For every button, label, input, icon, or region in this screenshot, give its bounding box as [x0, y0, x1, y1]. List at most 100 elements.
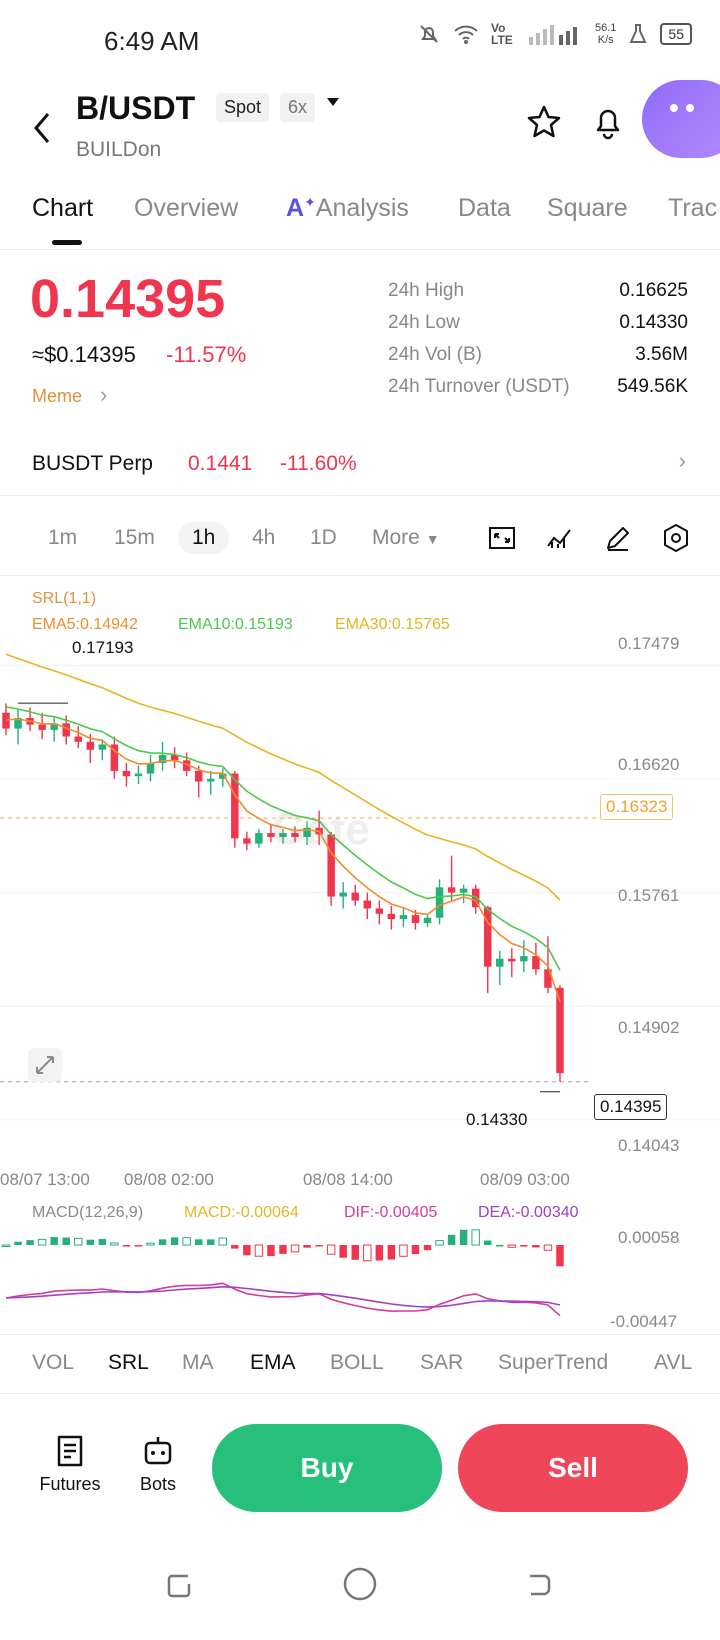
- interval-1m[interactable]: 1m: [48, 526, 77, 550]
- candle-body: [122, 770, 131, 777]
- ema5-line: [5, 718, 561, 1002]
- macd-bar: [375, 1245, 384, 1261]
- macd-bar: [556, 1245, 564, 1267]
- recent-apps-icon[interactable]: [162, 1568, 196, 1602]
- caret-down-icon: [327, 98, 339, 106]
- candle-body: [351, 892, 359, 901]
- price-chart[interactable]: SRL(1,1) EMA5:0.14942 EMA10:0.15193 EMA3…: [0, 576, 720, 1336]
- candle-body: [279, 833, 287, 838]
- candle-body: [62, 723, 70, 737]
- interval-15m[interactable]: 15m: [114, 526, 155, 550]
- interval-more[interactable]: More ▼: [372, 526, 440, 550]
- tab-square[interactable]: Square: [547, 194, 628, 223]
- macd-bar: [290, 1244, 300, 1253]
- back-nav-icon[interactable]: [522, 1568, 556, 1602]
- buy-button[interactable]: Buy: [212, 1424, 442, 1512]
- active-tab-indicator: [52, 240, 82, 245]
- pair-dropdown-caret[interactable]: [326, 92, 340, 115]
- bots-label: Bots: [139, 1474, 177, 1494]
- signal-icon: [529, 25, 577, 45]
- macd-bar: [14, 1241, 22, 1246]
- candle-body: [98, 744, 107, 750]
- macd-bar: [182, 1237, 191, 1246]
- y-tick: 0.15761: [618, 886, 680, 905]
- indicator-ema[interactable]: EMA: [250, 1351, 296, 1375]
- interval-1h[interactable]: 1h: [178, 522, 230, 554]
- status-icons: Vo LTE 56.1 K/s 55: [417, 22, 692, 46]
- current-price-box: 0.14395: [594, 1094, 668, 1120]
- y-tick: 0.17479: [618, 634, 680, 653]
- price-usd: ≈$0.14395: [32, 342, 136, 367]
- x-tick: 08/07 13:00: [0, 1170, 90, 1189]
- indicator-sar[interactable]: SAR: [420, 1351, 463, 1375]
- stats-panel: 24h High 0.16625 24h Low 0.14330 24h Vol (…: [388, 280, 688, 408]
- macd-bar: [363, 1244, 372, 1262]
- interval-1d[interactable]: 1D: [310, 526, 337, 550]
- indicator-avl[interactable]: AVL: [654, 1351, 692, 1375]
- perp-row[interactable]: BUSDT Perp 0.1441 -11.60% ›: [0, 432, 720, 496]
- sell-button[interactable]: Sell: [458, 1424, 688, 1512]
- dif-line: [5, 1282, 561, 1317]
- bell-icon[interactable]: [588, 102, 628, 142]
- reference-price-box: 0.16323: [600, 794, 674, 820]
- home-icon[interactable]: [342, 1566, 378, 1602]
- fullscreen-button[interactable]: [28, 1048, 62, 1082]
- macd-bar: [326, 1244, 336, 1255]
- indicator-supertrend[interactable]: SuperTrend: [498, 1351, 608, 1375]
- macd-bar: [520, 1245, 528, 1247]
- flask-icon: [629, 24, 647, 43]
- macd-bar: [543, 1244, 553, 1251]
- interval-4h[interactable]: 4h: [252, 526, 275, 550]
- assistant-icon[interactable]: [642, 80, 720, 158]
- indicator-vol[interactable]: VOL: [32, 1351, 74, 1375]
- indicator-icon[interactable]: [544, 522, 576, 554]
- leverage-badge: 6x: [280, 93, 316, 122]
- macd-bar: [496, 1244, 504, 1247]
- macd-bar: [435, 1240, 444, 1246]
- tab-chart[interactable]: Chart: [32, 194, 93, 223]
- dea-value: DEA:-0.00340: [478, 1204, 579, 1221]
- system-nav-bar: [0, 1560, 720, 1640]
- ema30-line: [5, 653, 561, 901]
- macd-top-tick: 0.00058: [618, 1228, 680, 1247]
- landscape-icon[interactable]: [486, 522, 518, 554]
- macd-bar: [62, 1237, 70, 1246]
- futures-button[interactable]: Futures: [30, 1434, 110, 1495]
- indicator-ma[interactable]: MA: [182, 1351, 214, 1375]
- indicator-boll[interactable]: BOLL: [330, 1351, 384, 1375]
- tab-overview[interactable]: Overview: [134, 194, 238, 223]
- meme-tag[interactable]: Meme: [32, 386, 82, 407]
- tab-trade[interactable]: Trac: [668, 194, 717, 223]
- draw-pencil-icon[interactable]: [602, 522, 634, 554]
- chevron-left-icon: [34, 113, 50, 143]
- star-icon[interactable]: [524, 102, 564, 142]
- stat-label: 24h Vol (B): [388, 344, 482, 365]
- back-button[interactable]: [30, 108, 54, 155]
- x-tick: 08/09 03:00: [480, 1170, 570, 1189]
- macd-bar: [459, 1229, 468, 1246]
- bots-button[interactable]: Bots: [118, 1434, 198, 1495]
- tab-analysis[interactable]: A✦Analysis: [286, 194, 409, 223]
- candle-body: [86, 741, 95, 750]
- tab-data[interactable]: Data: [458, 194, 511, 223]
- macd-bar: [134, 1245, 143, 1247]
- last-price: 0.14395: [30, 269, 226, 329]
- indicator-tabs: VOL SRL MA EMA BOLL SAR SuperTrend AVL: [0, 1334, 720, 1394]
- macd-bar: [231, 1245, 239, 1249]
- pair-title[interactable]: B/USDT: [76, 90, 195, 127]
- wifi-icon: [454, 25, 478, 44]
- candle-body: [423, 917, 432, 924]
- macd-bar: [50, 1237, 58, 1246]
- macd-label: MACD(12,26,9): [32, 1204, 144, 1221]
- tab-bar: Chart Overview A✦Analysis Data Square Tr…: [0, 180, 720, 250]
- candle-body: [496, 958, 504, 967]
- indicator-srl[interactable]: SRL: [108, 1351, 149, 1375]
- chart-settings-icon[interactable]: [660, 522, 692, 554]
- candlestick-chart: Gate: [0, 653, 720, 1121]
- macd-bar: [170, 1237, 179, 1246]
- y-tick: 0.16620: [618, 755, 680, 774]
- chevron-right-icon[interactable]: ›: [100, 382, 107, 408]
- macd-bar: [399, 1244, 408, 1257]
- stat-value: 0.14330: [619, 312, 688, 333]
- dif-value: DIF:-0.00405: [344, 1204, 438, 1221]
